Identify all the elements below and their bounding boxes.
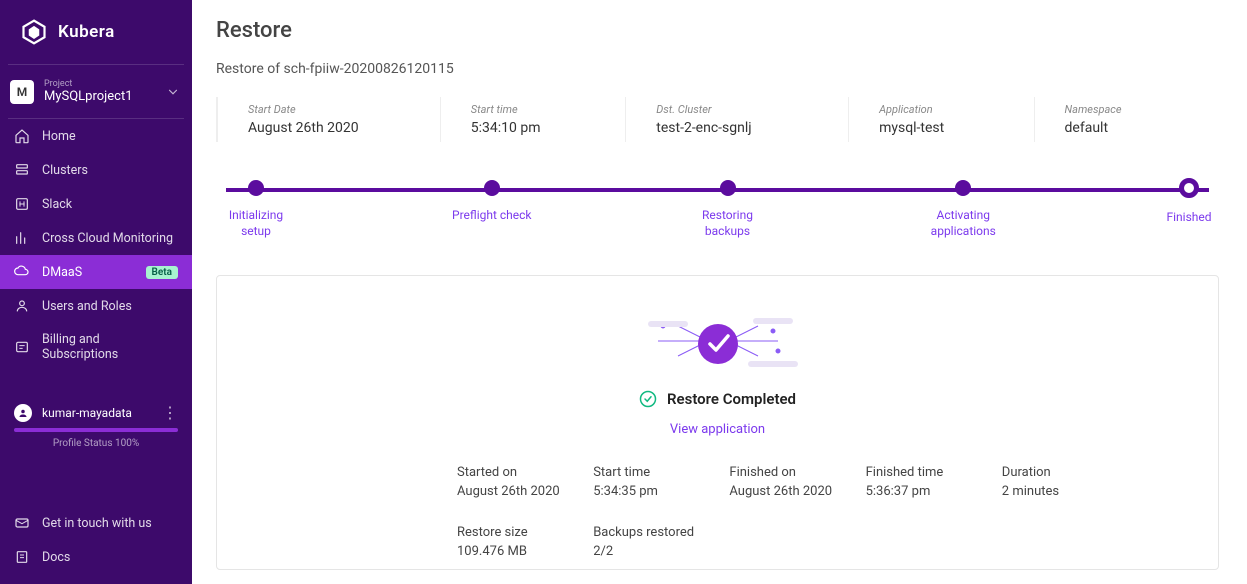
detail-restore-size: Restore size109.476 MB — [457, 525, 583, 559]
page-title: Restore — [216, 18, 1219, 43]
meta-start-time: Start time 5:34:10 pm — [441, 97, 626, 142]
users-icon — [14, 298, 30, 314]
meta-start-date: Start Date August 26th 2020 — [218, 97, 441, 142]
project-selector[interactable]: M Project MySQLproject1 — [0, 65, 192, 118]
more-icon[interactable]: ⋮ — [162, 403, 178, 422]
billing-icon — [14, 339, 30, 355]
meta-dst-cluster: Dst. Cluster test-2-enc-sgnlj — [626, 97, 849, 142]
status-row: Restore Completed — [257, 390, 1178, 408]
sidebar-item-home[interactable]: Home — [0, 119, 192, 153]
chevron-down-icon — [166, 85, 180, 99]
brand-logo[interactable]: Kubera — [0, 0, 192, 64]
contact-icon — [14, 515, 30, 531]
kubera-logo-icon — [20, 18, 48, 46]
meta-row: Start Date August 26th 2020 Start time 5… — [216, 97, 1219, 142]
sidebar-item-monitoring[interactable]: Cross Cloud Monitoring — [0, 221, 192, 255]
beta-badge: Beta — [146, 266, 178, 279]
detail-start-time: Start time5:34:35 pm — [593, 465, 719, 499]
project-avatar: M — [10, 80, 34, 104]
project-name: MySQLproject1 — [44, 89, 156, 104]
monitoring-icon — [14, 230, 30, 246]
nav-list: Home Clusters Slack Cross Cloud Monitori… — [0, 119, 192, 371]
details-grid: Started onAugust 26th 2020 Start time5:3… — [257, 465, 1178, 559]
meta-application: Application mysql-test — [849, 97, 1034, 142]
sidebar-item-slack[interactable]: Slack — [0, 187, 192, 221]
slack-icon — [14, 196, 30, 212]
step-preflight: Preflight check — [452, 180, 532, 239]
bottom-links: Get in touch with us Docs — [0, 506, 192, 584]
sidebar-item-label: Home — [42, 129, 76, 144]
sidebar: Kubera M Project MySQLproject1 Home Clus… — [0, 0, 192, 584]
sidebar-item-dmaas[interactable]: DMaaS Beta — [0, 255, 192, 289]
sidebar-item-billing[interactable]: Billing and Subscriptions — [0, 323, 192, 371]
dmaas-icon — [14, 264, 30, 280]
sidebar-item-label: DMaaS — [42, 265, 82, 280]
sidebar-item-label: Cross Cloud Monitoring — [42, 231, 173, 246]
step-finished: Finished — [1159, 180, 1219, 239]
sidebar-item-label: Get in touch with us — [42, 516, 152, 531]
user-row: kumar-mayadata ⋮ — [0, 391, 192, 428]
sidebar-item-label: Billing and Subscriptions — [42, 332, 178, 362]
detail-backups-restored: Backups restored2/2 — [593, 525, 719, 559]
sidebar-item-docs[interactable]: Docs — [0, 540, 192, 574]
home-icon — [14, 128, 30, 144]
brand-name: Kubera — [58, 22, 115, 42]
detail-finished-time: Finished time5:36:37 pm — [866, 465, 992, 499]
sidebar-item-users[interactable]: Users and Roles — [0, 289, 192, 323]
success-illustration — [257, 306, 1178, 376]
progress-stepper: Initializing setup Preflight check Resto… — [216, 180, 1219, 239]
sidebar-item-clusters[interactable]: Clusters — [0, 153, 192, 187]
check-circle-icon — [639, 390, 657, 408]
page-subtitle: Restore of sch-fpiiw-20200826120115 — [216, 61, 1219, 77]
step-activating: Activating applications — [923, 180, 1003, 239]
detail-duration: Duration2 minutes — [1002, 465, 1128, 499]
docs-icon — [14, 549, 30, 565]
profile-status: Profile Status 100% — [0, 438, 192, 467]
view-application-link[interactable]: View application — [257, 422, 1178, 437]
meta-namespace: Namespace default — [1035, 97, 1219, 142]
profile-progress — [0, 428, 192, 438]
status-text: Restore Completed — [667, 390, 796, 408]
step-restoring: Restoring backups — [688, 180, 768, 239]
detail-started-on: Started onAugust 26th 2020 — [457, 465, 583, 499]
sidebar-item-label: Users and Roles — [42, 299, 132, 314]
sidebar-item-contact[interactable]: Get in touch with us — [0, 506, 192, 540]
user-avatar-icon — [14, 404, 32, 422]
result-card: Restore Completed View application Start… — [216, 275, 1219, 570]
sidebar-item-label: Slack — [42, 197, 72, 212]
sidebar-item-label: Docs — [42, 550, 70, 565]
step-initializing: Initializing setup — [216, 180, 296, 239]
clusters-icon — [14, 162, 30, 178]
sidebar-item-label: Clusters — [42, 163, 88, 178]
project-label: Project — [44, 79, 156, 89]
user-name: kumar-mayadata — [42, 406, 152, 420]
detail-finished-on: Finished onAugust 26th 2020 — [729, 465, 855, 499]
main-content: Restore Restore of sch-fpiiw-20200826120… — [192, 0, 1247, 584]
